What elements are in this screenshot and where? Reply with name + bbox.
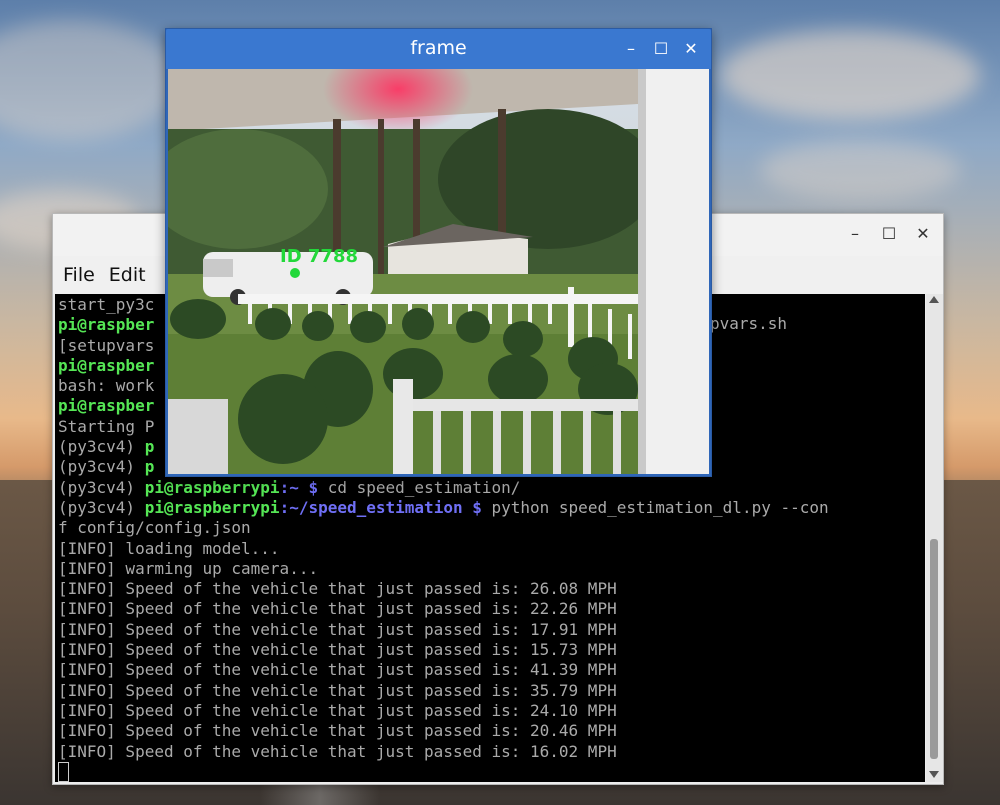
camera-frame-image: ID 7788 xyxy=(168,69,709,474)
terminal-text-segment: cd speed_estimation/ xyxy=(327,477,521,497)
terminal-line: [INFO] warming up camera... xyxy=(58,559,829,579)
menu-edit[interactable]: Edit xyxy=(109,264,146,286)
terminal-text-segment: (py3cv4) xyxy=(58,477,145,497)
tracker-id-label: ID 7788 xyxy=(280,246,358,267)
terminal-text-segment: [INFO] Speed of the vehicle that just pa… xyxy=(58,700,617,720)
terminal-cursor-line xyxy=(58,762,829,782)
terminal-text-segment: (py3cv4) xyxy=(58,437,145,457)
terminal-line: [INFO] loading model... xyxy=(58,539,829,559)
terminal-line: [INFO] Speed of the vehicle that just pa… xyxy=(58,640,829,660)
terminal-text-segment: python speed_estimation_dl.py --con xyxy=(491,497,829,517)
terminal-text-segment: [INFO] Speed of the vehicle that just pa… xyxy=(58,721,617,741)
terminal-text-segment: [INFO] Speed of the vehicle that just pa… xyxy=(58,599,617,619)
terminal-text-segment: pi@raspber xyxy=(58,315,155,335)
terminal-scrollbar[interactable] xyxy=(926,294,943,782)
terminal-text-segment: [INFO] Speed of the vehicle that just pa… xyxy=(58,619,617,639)
terminal-text-segment: Starting P xyxy=(58,416,155,436)
terminal-text-segment: [INFO] warming up camera... xyxy=(58,558,319,578)
frame-titlebar[interactable]: frame – ☐ ✕ xyxy=(166,29,711,69)
terminal-text-segment: :~/speed_estimation $ xyxy=(279,497,492,517)
terminal-text-segment: [INFO] Speed of the vehicle that just pa… xyxy=(58,680,617,700)
terminal-text-segment: [INFO] loading model... xyxy=(58,538,280,558)
terminal-line: (py3cv4) pi@raspberrypi:~ $ cd speed_est… xyxy=(58,478,829,498)
camera-scene: ID 7788 xyxy=(168,69,709,474)
close-icon[interactable]: ✕ xyxy=(915,224,931,244)
terminal-text-segment: $ xyxy=(308,477,328,497)
terminal-partial-text: pvars.sh xyxy=(710,314,788,333)
tracker-centroid-dot xyxy=(290,268,300,278)
terminal-line: [INFO] Speed of the vehicle that just pa… xyxy=(58,660,829,680)
terminal-line: (py3cv4) pi@raspberrypi:~/speed_estimati… xyxy=(58,498,829,518)
terminal-line: [INFO] Speed of the vehicle that just pa… xyxy=(58,579,829,599)
terminal-line: [INFO] Speed of the vehicle that just pa… xyxy=(58,701,829,721)
terminal-text-segment: [setupvars xyxy=(58,335,155,355)
terminal-line: f config/config.json xyxy=(58,518,829,538)
maximize-icon[interactable]: ☐ xyxy=(881,224,897,244)
terminal-text-segment: pi@raspber xyxy=(58,396,155,416)
terminal-text-segment: [INFO] Speed of the vehicle that just pa… xyxy=(58,660,617,680)
terminal-text-segment: p xyxy=(144,437,155,457)
terminal-text-segment: pi@raspberrypi xyxy=(144,477,280,497)
terminal-line: [INFO] Speed of the vehicle that just pa… xyxy=(58,620,829,640)
minimize-icon[interactable]: – xyxy=(847,224,863,244)
terminal-text-segment: f config/config.json xyxy=(58,518,251,538)
minimize-icon[interactable]: – xyxy=(623,39,639,59)
terminal-text-segment: :~ xyxy=(279,477,309,497)
terminal-cursor xyxy=(58,762,69,782)
frame-window[interactable]: frame – ☐ ✕ ID 7788 xyxy=(165,28,712,477)
terminal-text-segment: [INFO] Speed of the vehicle that just pa… xyxy=(58,741,617,761)
terminal-text-segment: [INFO] Speed of the vehicle that just pa… xyxy=(58,640,617,660)
menu-file[interactable]: File xyxy=(63,264,95,286)
terminal-text-segment: [INFO] Speed of the vehicle that just pa… xyxy=(58,579,617,599)
terminal-text-segment: bash: work xyxy=(58,376,155,396)
terminal-line: [INFO] Speed of the vehicle that just pa… xyxy=(58,721,829,741)
terminal-line: [INFO] Speed of the vehicle that just pa… xyxy=(58,681,829,701)
terminal-text-segment: pi@raspber xyxy=(58,355,155,375)
terminal-text-segment: (py3cv4) xyxy=(58,497,145,517)
scroll-up-icon[interactable] xyxy=(929,296,939,303)
terminal-line: [INFO] Speed of the vehicle that just pa… xyxy=(58,742,829,762)
scroll-down-icon[interactable] xyxy=(929,771,939,778)
terminal-text-segment: pi@raspberrypi xyxy=(144,497,280,517)
terminal-line: [INFO] Speed of the vehicle that just pa… xyxy=(58,599,829,619)
terminal-text-segment: start_py3c xyxy=(58,295,155,314)
maximize-icon[interactable]: ☐ xyxy=(653,39,669,59)
scrollbar-thumb[interactable] xyxy=(930,539,938,759)
close-icon[interactable]: ✕ xyxy=(683,39,699,59)
terminal-text-segment: p xyxy=(144,457,155,477)
terminal-text-segment: (py3cv4) xyxy=(58,457,145,477)
